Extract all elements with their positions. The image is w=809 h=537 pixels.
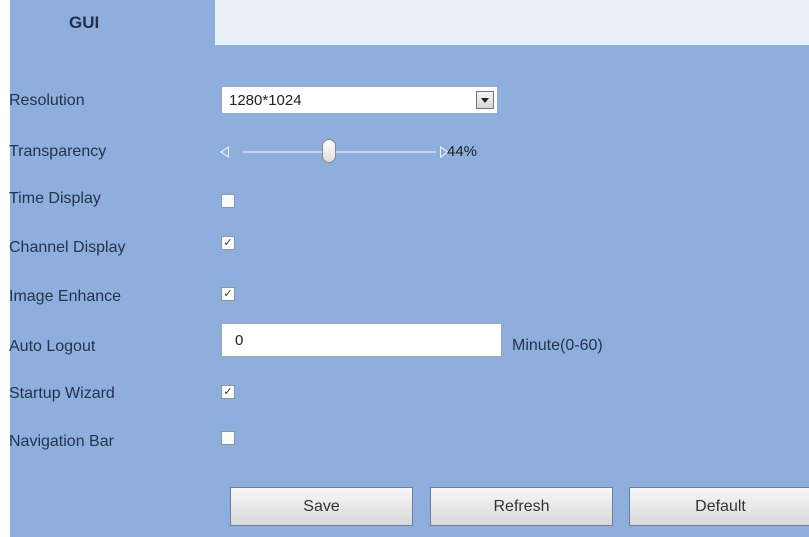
- tab-strip: [215, 0, 809, 45]
- resolution-value: 1280*1024: [229, 92, 302, 109]
- resolution-label: Resolution: [9, 92, 85, 109]
- auto-logout-label: Auto Logout: [9, 338, 96, 355]
- transparency-value: 44%: [447, 143, 478, 160]
- transparency-slider-track[interactable]: [243, 151, 436, 153]
- startup-wizard-checkbox[interactable]: ✓: [221, 385, 235, 399]
- image-enhance-checkbox[interactable]: ✓: [221, 287, 235, 301]
- slider-decrease-icon[interactable]: [220, 146, 229, 158]
- navigation-bar-label: Navigation Bar: [9, 433, 114, 450]
- default-button[interactable]: Default: [629, 487, 809, 526]
- transparency-label: Transparency: [9, 143, 107, 160]
- auto-logout-value: 0: [235, 332, 244, 349]
- navigation-bar-checkbox[interactable]: [221, 431, 235, 445]
- auto-logout-input[interactable]: 0: [221, 323, 502, 357]
- save-button[interactable]: Save: [230, 487, 413, 526]
- channel-display-label: Channel Display: [9, 239, 126, 256]
- settings-panel: GUI: [10, 0, 809, 537]
- chevron-down-icon[interactable]: [476, 91, 494, 109]
- refresh-button[interactable]: Refresh: [430, 487, 613, 526]
- transparency-slider-thumb[interactable]: [322, 139, 336, 163]
- tab-gui[interactable]: GUI: [10, 0, 215, 45]
- time-display-label: Time Display: [9, 190, 101, 207]
- time-display-checkbox[interactable]: [221, 194, 235, 208]
- resolution-select[interactable]: 1280*1024: [221, 86, 498, 114]
- startup-wizard-label: Startup Wizard: [9, 385, 115, 402]
- auto-logout-unit: Minute(0-60): [512, 337, 603, 354]
- tab-bar: GUI: [10, 0, 809, 45]
- channel-display-checkbox[interactable]: ✓: [221, 236, 235, 250]
- tab-gui-label: GUI: [69, 13, 100, 32]
- image-enhance-label: Image Enhance: [9, 288, 122, 305]
